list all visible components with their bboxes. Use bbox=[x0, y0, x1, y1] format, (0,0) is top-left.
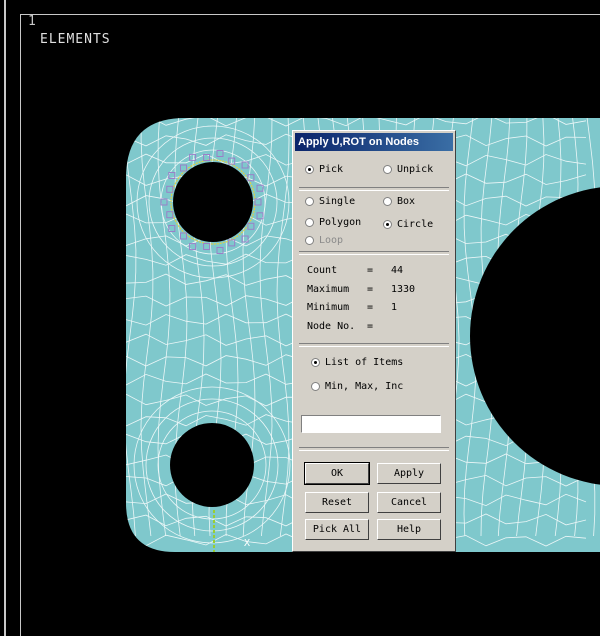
radio-indicator bbox=[305, 236, 314, 245]
list-of-items-radio[interactable]: List of Items bbox=[311, 357, 403, 368]
unpick-radio[interactable]: Unpick bbox=[383, 164, 433, 175]
radio-indicator bbox=[383, 220, 392, 229]
single-radio[interactable]: Single bbox=[305, 196, 355, 207]
reset-button[interactable]: Reset bbox=[305, 492, 369, 513]
apply-button[interactable]: Apply bbox=[377, 463, 441, 484]
count-row: Count = 44 bbox=[307, 265, 404, 276]
radio-indicator bbox=[311, 358, 320, 367]
apply-u-rot-dialog[interactable]: Apply U,ROT on Nodes Pick Unpick Single … bbox=[292, 130, 456, 552]
min-max-inc-radio[interactable]: Min, Max, Inc bbox=[311, 381, 403, 392]
radio-indicator bbox=[305, 165, 314, 174]
polygon-radio[interactable]: Polygon bbox=[305, 217, 361, 228]
pick-radio[interactable]: Pick bbox=[305, 164, 343, 175]
radio-indicator bbox=[383, 165, 392, 174]
minimum-row: Minimum = 1 bbox=[307, 302, 398, 313]
upper-hole bbox=[173, 162, 253, 242]
loop-radio: Loop bbox=[305, 235, 343, 246]
separator bbox=[299, 447, 449, 451]
separator bbox=[299, 343, 449, 347]
separator bbox=[299, 187, 449, 191]
item-entry-field[interactable] bbox=[301, 415, 441, 433]
radio-indicator bbox=[305, 197, 314, 206]
dialog-title-bar[interactable]: Apply U,ROT on Nodes bbox=[295, 133, 453, 151]
help-button[interactable]: Help bbox=[377, 519, 441, 540]
node-number-row: Node No. = bbox=[307, 321, 374, 332]
lower-hole bbox=[170, 423, 254, 507]
pick-all-button[interactable]: Pick All bbox=[305, 519, 369, 540]
cancel-button[interactable]: Cancel bbox=[377, 492, 441, 513]
radio-indicator bbox=[311, 382, 320, 391]
separator bbox=[299, 251, 449, 255]
radio-indicator bbox=[383, 197, 392, 206]
circle-radio[interactable]: Circle bbox=[383, 219, 433, 230]
radio-indicator bbox=[305, 218, 314, 227]
triad-label: X bbox=[244, 538, 250, 549]
box-radio[interactable]: Box bbox=[383, 196, 415, 207]
maximum-row: Maximum = 1330 bbox=[307, 284, 416, 295]
ok-button[interactable]: OK bbox=[304, 462, 370, 485]
